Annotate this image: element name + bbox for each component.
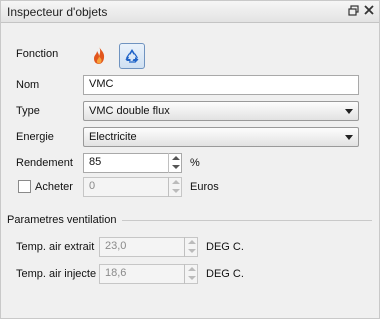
temp-injecte-unit: DEG C. bbox=[206, 268, 244, 280]
temp-injecte-label: Temp. air injecte bbox=[16, 268, 97, 280]
temp-extrait-spin-buttons bbox=[184, 237, 198, 257]
spin-down-icon bbox=[188, 249, 196, 253]
temp-injecte-value: 18,6 bbox=[105, 267, 127, 279]
temp-injecte-spin-buttons bbox=[184, 264, 198, 284]
rendement-unit: % bbox=[190, 157, 200, 169]
energie-label: Energie bbox=[16, 131, 54, 143]
chevron-down-icon bbox=[345, 109, 353, 114]
spin-down-icon bbox=[172, 189, 180, 193]
acheter-value: 0 bbox=[89, 180, 96, 192]
spin-up-icon[interactable] bbox=[172, 156, 180, 160]
spin-up-icon bbox=[172, 180, 180, 184]
spin-up-icon bbox=[188, 240, 196, 244]
rendement-value: 85 bbox=[89, 156, 102, 168]
temp-extrait-value: 23,0 bbox=[105, 240, 127, 252]
energie-select[interactable]: Electricite bbox=[83, 127, 359, 147]
type-select[interactable]: VMC double flux bbox=[83, 101, 359, 121]
temp-extrait-unit: DEG C. bbox=[206, 241, 244, 253]
type-label: Type bbox=[16, 105, 40, 117]
spin-up-icon bbox=[188, 267, 196, 271]
type-select-value: VMC double flux bbox=[89, 105, 170, 117]
panel-titlebar: Inspecteur d'objets bbox=[1, 1, 379, 23]
parametres-group-title: Parametres ventilation bbox=[7, 214, 117, 226]
rendement-label: Rendement bbox=[16, 157, 73, 169]
acheter-spin-buttons bbox=[168, 177, 182, 197]
recycle-icon[interactable] bbox=[119, 43, 145, 69]
close-icon[interactable] bbox=[363, 5, 375, 17]
object-inspector-panel: Inspecteur d'objets Fonction Nom VMC Typ… bbox=[0, 0, 380, 319]
fire-icon[interactable] bbox=[87, 43, 111, 67]
temp-extrait-label: Temp. air extrait bbox=[16, 241, 95, 253]
spin-down-icon[interactable] bbox=[172, 165, 180, 169]
spin-down-icon bbox=[188, 276, 196, 280]
nom-label: Nom bbox=[16, 79, 40, 91]
rendement-spin-buttons[interactable] bbox=[168, 153, 182, 173]
acheter-checkbox[interactable] bbox=[18, 180, 31, 193]
group-divider bbox=[122, 220, 372, 221]
nom-input[interactable]: VMC bbox=[83, 75, 359, 95]
fonction-label: Fonction bbox=[16, 48, 59, 60]
float-window-icon[interactable] bbox=[347, 5, 359, 17]
panel-title: Inspecteur d'objets bbox=[7, 5, 108, 19]
acheter-unit: Euros bbox=[190, 181, 219, 193]
acheter-label: Acheter bbox=[35, 181, 73, 193]
chevron-down-icon bbox=[345, 135, 353, 140]
energie-select-value: Electricite bbox=[89, 131, 137, 143]
